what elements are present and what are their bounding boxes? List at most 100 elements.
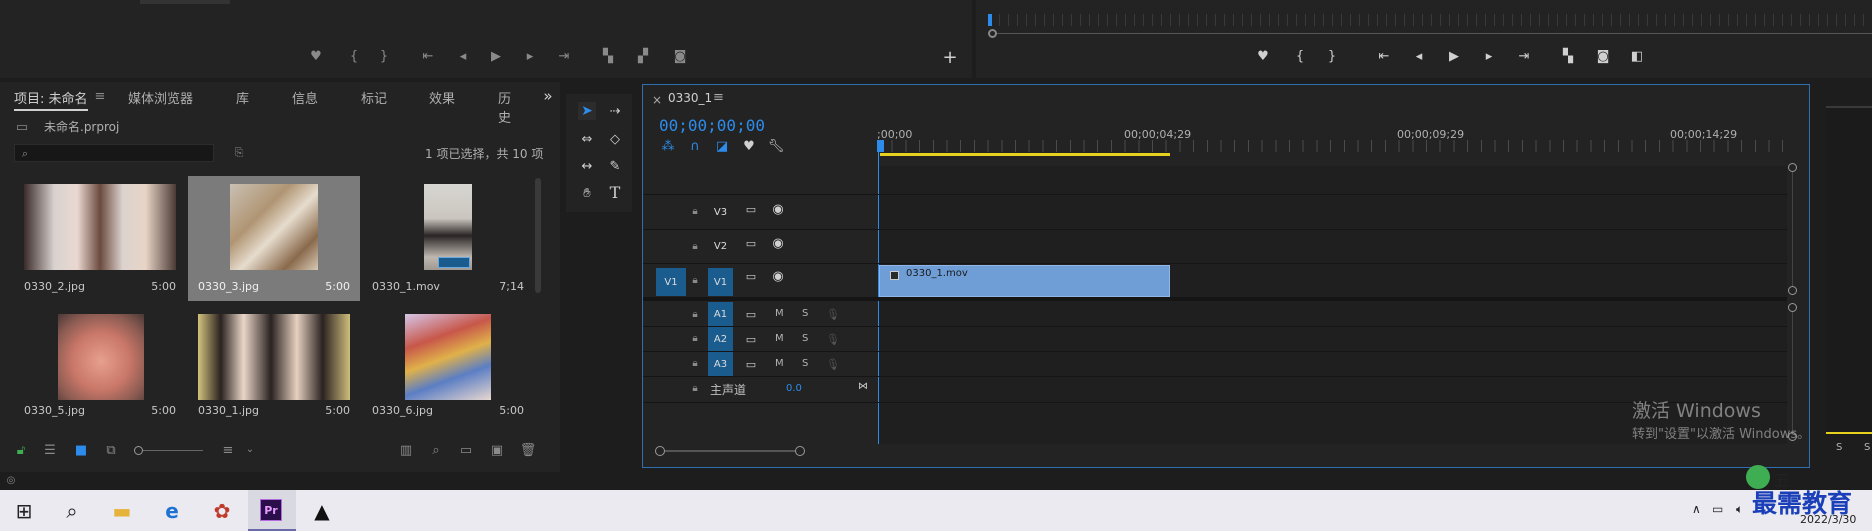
- search-input[interactable]: [14, 144, 214, 162]
- timecode-display[interactable]: 00;00;00;00: [659, 116, 765, 135]
- pen-icon[interactable]: ✎: [606, 157, 624, 175]
- tray-chevron-up-icon[interactable]: ∧: [1692, 502, 1701, 516]
- volume-icon[interactable]: 🔈︎: [1736, 502, 1743, 517]
- eye-icon[interactable]: ◉: [770, 269, 786, 283]
- lock-icon[interactable]: 🔒︎: [688, 205, 702, 219]
- selection-tool-icon[interactable]: ➤: [578, 102, 596, 120]
- track-label-a1[interactable]: A1: [708, 302, 733, 326]
- solo-button[interactable]: S: [802, 333, 808, 344]
- paint-icon[interactable]: ✿: [198, 490, 246, 531]
- zoom-slider-handle[interactable]: [134, 446, 143, 455]
- list-view-icon[interactable]: ☰: [42, 443, 58, 457]
- lock-icon[interactable]: 🔒︎: [688, 240, 702, 254]
- step-forward-icon[interactable]: ▸: [522, 48, 538, 64]
- audio-scroll-top[interactable]: [1788, 303, 1797, 312]
- mark-out-icon[interactable]: }: [376, 48, 392, 64]
- timeline-ruler[interactable]: [878, 140, 1788, 152]
- step-back-icon[interactable]: ◂: [455, 48, 471, 64]
- insert-icon[interactable]: ▚: [600, 48, 616, 64]
- meter-solo-left[interactable]: S: [1836, 442, 1842, 453]
- overwrite-icon[interactable]: ▞: [635, 48, 651, 64]
- list-item[interactable]: 0330_1.jpg 5:00: [188, 304, 360, 425]
- tab-libraries[interactable]: 库: [236, 88, 249, 107]
- go-to-in-icon[interactable]: ⇤: [1376, 48, 1392, 64]
- zoom-bar-left-handle[interactable]: [655, 446, 665, 456]
- lock-icon[interactable]: 🔒︎: [688, 382, 702, 396]
- tab-effects[interactable]: 效果: [429, 88, 455, 107]
- microphone-icon[interactable]: 🎙︎: [826, 357, 840, 371]
- lift-icon[interactable]: ▚: [1560, 48, 1576, 64]
- sequence-menu-icon[interactable]: ≡: [713, 90, 724, 105]
- work-area-bar[interactable]: [880, 153, 1170, 156]
- mute-button[interactable]: M: [775, 308, 784, 319]
- list-item[interactable]: 0330_5.jpg 5:00: [14, 304, 186, 425]
- ripple-edit-icon[interactable]: ⇔: [578, 130, 596, 148]
- zoom-bar-right-handle[interactable]: [795, 446, 805, 456]
- solo-button[interactable]: S: [802, 358, 808, 369]
- project-menu-icon[interactable]: ≡: [93, 89, 107, 103]
- mute-button[interactable]: M: [775, 358, 784, 369]
- zoom-bar[interactable]: [665, 450, 795, 452]
- linked-selection-icon[interactable]: ◪: [715, 139, 729, 153]
- edge-icon[interactable]: e: [148, 490, 196, 531]
- search-icon[interactable]: ⌕: [48, 490, 96, 531]
- type-icon[interactable]: T: [606, 184, 624, 202]
- new-bin-icon[interactable]: ▭: [458, 443, 474, 457]
- tab-project[interactable]: 项目: 未命名: [14, 88, 88, 111]
- tab-markers[interactable]: 标记: [361, 88, 387, 107]
- eye-icon[interactable]: ◉: [770, 202, 786, 216]
- video-scroll-top[interactable]: [1788, 163, 1797, 172]
- hand-icon[interactable]: ✋︎: [578, 184, 596, 202]
- export-frame-icon[interactable]: ◙: [672, 48, 688, 64]
- tab-info[interactable]: 信息: [292, 88, 318, 107]
- track-label-v1[interactable]: V1: [708, 268, 733, 296]
- windows-start-icon[interactable]: ⊞: [0, 490, 48, 531]
- sync-lock-icon[interactable]: ▭: [743, 307, 759, 321]
- add-button[interactable]: +: [942, 49, 958, 67]
- microphone-icon[interactable]: 🎙︎: [826, 307, 840, 321]
- sync-lock-icon[interactable]: ▭: [743, 236, 759, 250]
- track-label-v3[interactable]: V3: [708, 200, 733, 224]
- export-frame-icon[interactable]: ◙: [1595, 48, 1611, 64]
- new-item-icon[interactable]: ▣: [489, 443, 505, 457]
- video-clip[interactable]: 0330_1.mov: [879, 265, 1170, 297]
- photos-icon[interactable]: ▲: [298, 490, 346, 531]
- play-icon[interactable]: ▶: [1446, 48, 1462, 64]
- close-sequence-icon[interactable]: ×: [652, 93, 662, 107]
- step-forward-icon[interactable]: ▸: [1481, 48, 1497, 64]
- snap-icon[interactable]: ∩: [688, 139, 702, 153]
- track-label-a3[interactable]: A3: [708, 352, 733, 376]
- go-to-end-icon[interactable]: ⋈: [856, 380, 870, 394]
- slip-icon[interactable]: ↔: [578, 157, 596, 175]
- mute-button[interactable]: M: [775, 333, 784, 344]
- master-volume[interactable]: 0.0: [786, 383, 802, 394]
- track-label-v2[interactable]: V2: [708, 234, 733, 258]
- chevron-down-icon[interactable]: ⌄: [244, 443, 256, 457]
- clear-icon[interactable]: 🗑︎: [520, 443, 537, 457]
- lock-icon[interactable]: 🔒︎: [688, 332, 702, 346]
- play-icon[interactable]: ▶: [488, 48, 504, 64]
- sort-icon[interactable]: ≡: [220, 443, 236, 457]
- microphone-icon[interactable]: 🎙︎: [826, 332, 840, 346]
- sync-lock-icon[interactable]: ▭: [743, 269, 759, 283]
- marker-icon[interactable]: ♥: [1255, 48, 1271, 64]
- program-playhead[interactable]: [988, 14, 992, 26]
- list-item[interactable]: 0330_3.jpg 5:00: [188, 176, 360, 301]
- freeform-view-icon[interactable]: ⧉: [102, 443, 120, 457]
- sync-lock-icon[interactable]: ▭: [743, 332, 759, 346]
- step-back-icon[interactable]: ◂: [1411, 48, 1427, 64]
- lock-icon[interactable]: 🔒︎: [688, 357, 702, 371]
- eye-icon[interactable]: ◉: [770, 236, 786, 250]
- mark-in-icon[interactable]: {: [346, 48, 362, 64]
- go-to-out-icon[interactable]: ⇥: [556, 48, 572, 64]
- icon-view-icon[interactable]: ■: [73, 443, 89, 457]
- find-icon[interactable]: ⌕: [428, 443, 444, 457]
- list-item[interactable]: 0330_1.mov 7;14: [362, 176, 534, 301]
- mark-out-icon[interactable]: }: [1324, 48, 1340, 64]
- playhead-handle[interactable]: [877, 140, 884, 152]
- razor-icon[interactable]: ◇: [606, 130, 624, 148]
- marker-icon[interactable]: ♥: [308, 48, 324, 64]
- list-item[interactable]: 0330_2.jpg 5:00: [14, 176, 186, 301]
- program-scrollbar-handle[interactable]: [988, 29, 997, 38]
- go-to-in-icon[interactable]: ⇤: [420, 48, 436, 64]
